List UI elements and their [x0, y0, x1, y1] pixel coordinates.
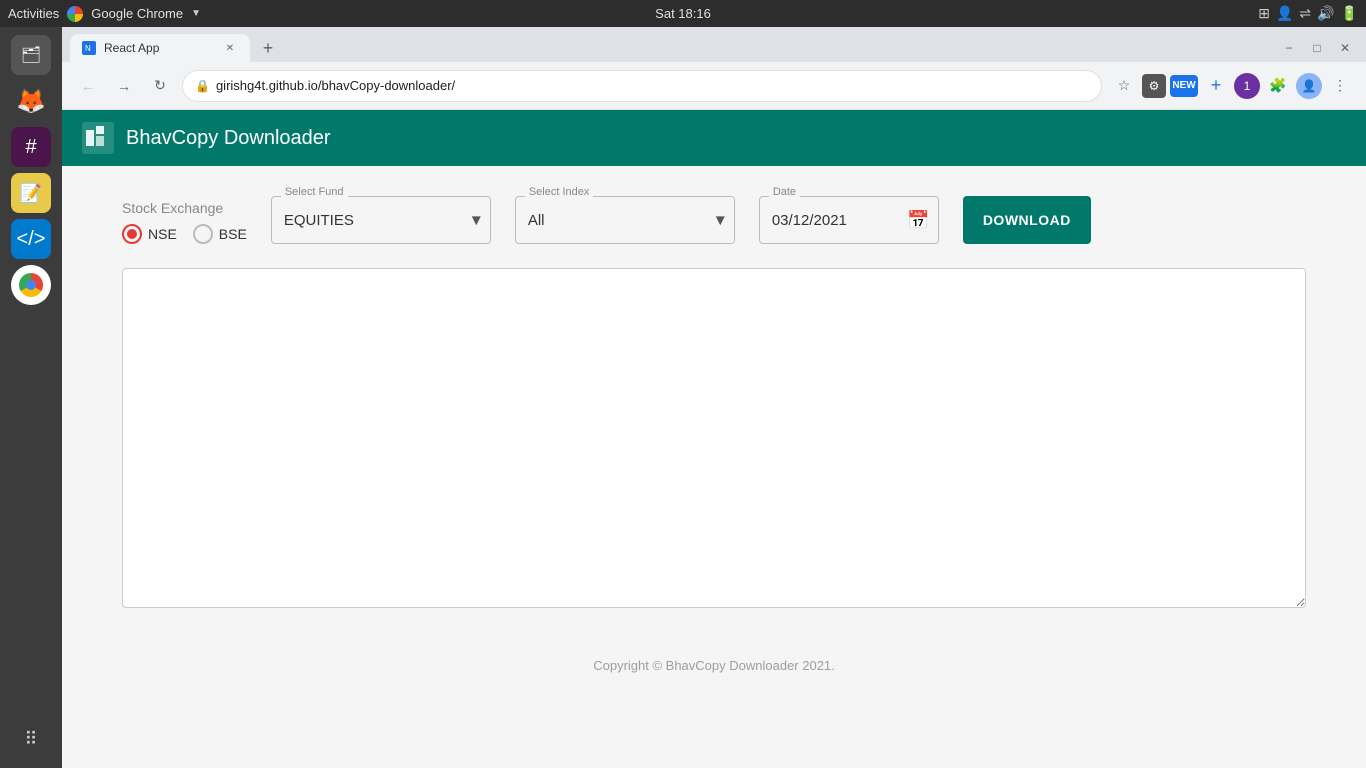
nse-radio[interactable]: NSE	[122, 224, 177, 244]
date-value: 03/12/2021	[772, 212, 908, 229]
omnibar: ← → ↻ 🔒 girishg4t.github.io/bhavCopy-dow…	[62, 62, 1366, 110]
bse-radio-circle	[193, 224, 213, 244]
maximize-button[interactable]: □	[1304, 38, 1330, 58]
select-index-label: Select Index	[525, 186, 594, 198]
back-button[interactable]: ←	[74, 72, 102, 100]
network-icon[interactable]: ⊞	[1258, 5, 1270, 22]
dropdown-arrow[interactable]: ▼	[191, 8, 201, 19]
footer: Copyright © BhavCopy Downloader 2021.	[62, 638, 1366, 693]
date-wrapper: Date 03/12/2021 📅	[759, 196, 939, 244]
window-controls: − □ ✕	[1276, 38, 1358, 58]
bse-label: BSE	[219, 226, 247, 242]
new-badge[interactable]: NEW	[1170, 75, 1198, 97]
stock-exchange-label: Stock Exchange	[122, 200, 247, 216]
app-logo	[82, 122, 114, 154]
bse-radio[interactable]: BSE	[193, 224, 247, 244]
svg-text:N: N	[85, 44, 91, 53]
sidebar-vscode-icon[interactable]: </>	[11, 219, 51, 259]
nse-radio-circle	[122, 224, 142, 244]
os-top-bar: Activities Google Chrome ▼ Sat 18:16 ⊞ 👤…	[0, 0, 1366, 27]
app-header: BhavCopy Downloader	[62, 110, 1366, 166]
browser-label: Google Chrome	[91, 6, 183, 21]
extension1-icon[interactable]: ⚙	[1142, 74, 1166, 98]
reload-button[interactable]: ↻	[146, 72, 174, 100]
minimize-button[interactable]: −	[1276, 38, 1302, 58]
chrome-os-icon	[67, 6, 83, 22]
select-fund-dropdown[interactable]: EQUITIES DERIVATIVES CURRENCY COMMODITY	[271, 196, 491, 244]
date-field[interactable]: 03/12/2021 📅	[759, 196, 939, 244]
sidebar-files-icon[interactable]: 🗂	[11, 35, 51, 75]
user-icon[interactable]: 👤	[1276, 5, 1293, 22]
sidebar-slack-icon[interactable]: #	[11, 127, 51, 167]
extensions-icon[interactable]: 🧩	[1264, 72, 1292, 100]
app-title: BhavCopy Downloader	[126, 127, 331, 150]
omnibar-actions: ☆ ⚙ NEW + 1 🧩 👤 ⋮	[1110, 72, 1354, 100]
battery-icon[interactable]: 🔋	[1341, 5, 1358, 22]
url-text: girishg4t.github.io/bhavCopy-downloader/	[216, 78, 1089, 93]
new-tab-button[interactable]: +	[254, 34, 282, 62]
nse-label: NSE	[148, 226, 177, 242]
close-button[interactable]: ✕	[1332, 38, 1358, 58]
system-tray: ⊞ 👤 ⇌ 🔊 🔋	[1258, 5, 1358, 22]
select-fund-label: Select Fund	[281, 186, 348, 198]
controls-row: Stock Exchange NSE BSE	[122, 196, 1306, 244]
main-form-area: Stock Exchange NSE BSE	[62, 166, 1366, 638]
sidebar-apps-grid[interactable]: ⠿	[24, 729, 37, 760]
radio-group: NSE BSE	[122, 224, 247, 244]
output-area[interactable]	[122, 268, 1306, 608]
sidebar-notes-icon[interactable]: 📝	[11, 173, 51, 213]
add-icon[interactable]: +	[1202, 72, 1230, 100]
extension2-icon[interactable]: 1	[1234, 73, 1260, 99]
date-label: Date	[769, 186, 800, 198]
select-index-dropdown[interactable]: All NIFTY 50 NIFTY BANK NIFTY IT	[515, 196, 735, 244]
tab-close-button[interactable]: ✕	[222, 40, 238, 56]
chrome-title-bar: N React App ✕ + − □ ✕	[62, 27, 1366, 62]
chrome-window: N React App ✕ + − □ ✕ ← → ↻ 🔒 girishg4t.…	[62, 27, 1366, 768]
browser-tab[interactable]: N React App ✕	[70, 34, 250, 62]
menu-icon[interactable]: ⋮	[1326, 72, 1354, 100]
stock-exchange-group: Stock Exchange NSE BSE	[122, 200, 247, 244]
network-wifi-icon[interactable]: ⇌	[1299, 5, 1311, 22]
tab-favicon: N	[82, 41, 96, 55]
download-button[interactable]: DOWNLOAD	[963, 196, 1091, 244]
select-fund-wrapper: Select Fund EQUITIES DERIVATIVES CURRENC…	[271, 196, 491, 244]
profile-avatar[interactable]: 👤	[1296, 73, 1322, 99]
bookmark-icon[interactable]: ☆	[1110, 72, 1138, 100]
calendar-icon[interactable]: 📅	[907, 210, 929, 231]
select-index-wrapper: Select Index All NIFTY 50 NIFTY BANK NIF…	[515, 196, 735, 244]
lock-icon: 🔒	[195, 79, 210, 93]
activities-button[interactable]: Activities	[8, 6, 59, 21]
os-sidebar: 🗂 🦊 # 📝 </> ⠿	[0, 27, 62, 768]
datetime-display: Sat 18:16	[655, 6, 711, 21]
footer-text: Copyright © BhavCopy Downloader 2021.	[593, 658, 835, 673]
url-bar[interactable]: 🔒 girishg4t.github.io/bhavCopy-downloade…	[182, 70, 1102, 102]
volume-icon[interactable]: 🔊	[1317, 5, 1334, 22]
sidebar-firefox-icon[interactable]: 🦊	[11, 81, 51, 121]
sidebar-chrome-icon[interactable]	[11, 265, 51, 305]
forward-button[interactable]: →	[110, 72, 138, 100]
tab-title: React App	[104, 41, 214, 55]
app-content: BhavCopy Downloader Stock Exchange NSE	[62, 110, 1366, 768]
